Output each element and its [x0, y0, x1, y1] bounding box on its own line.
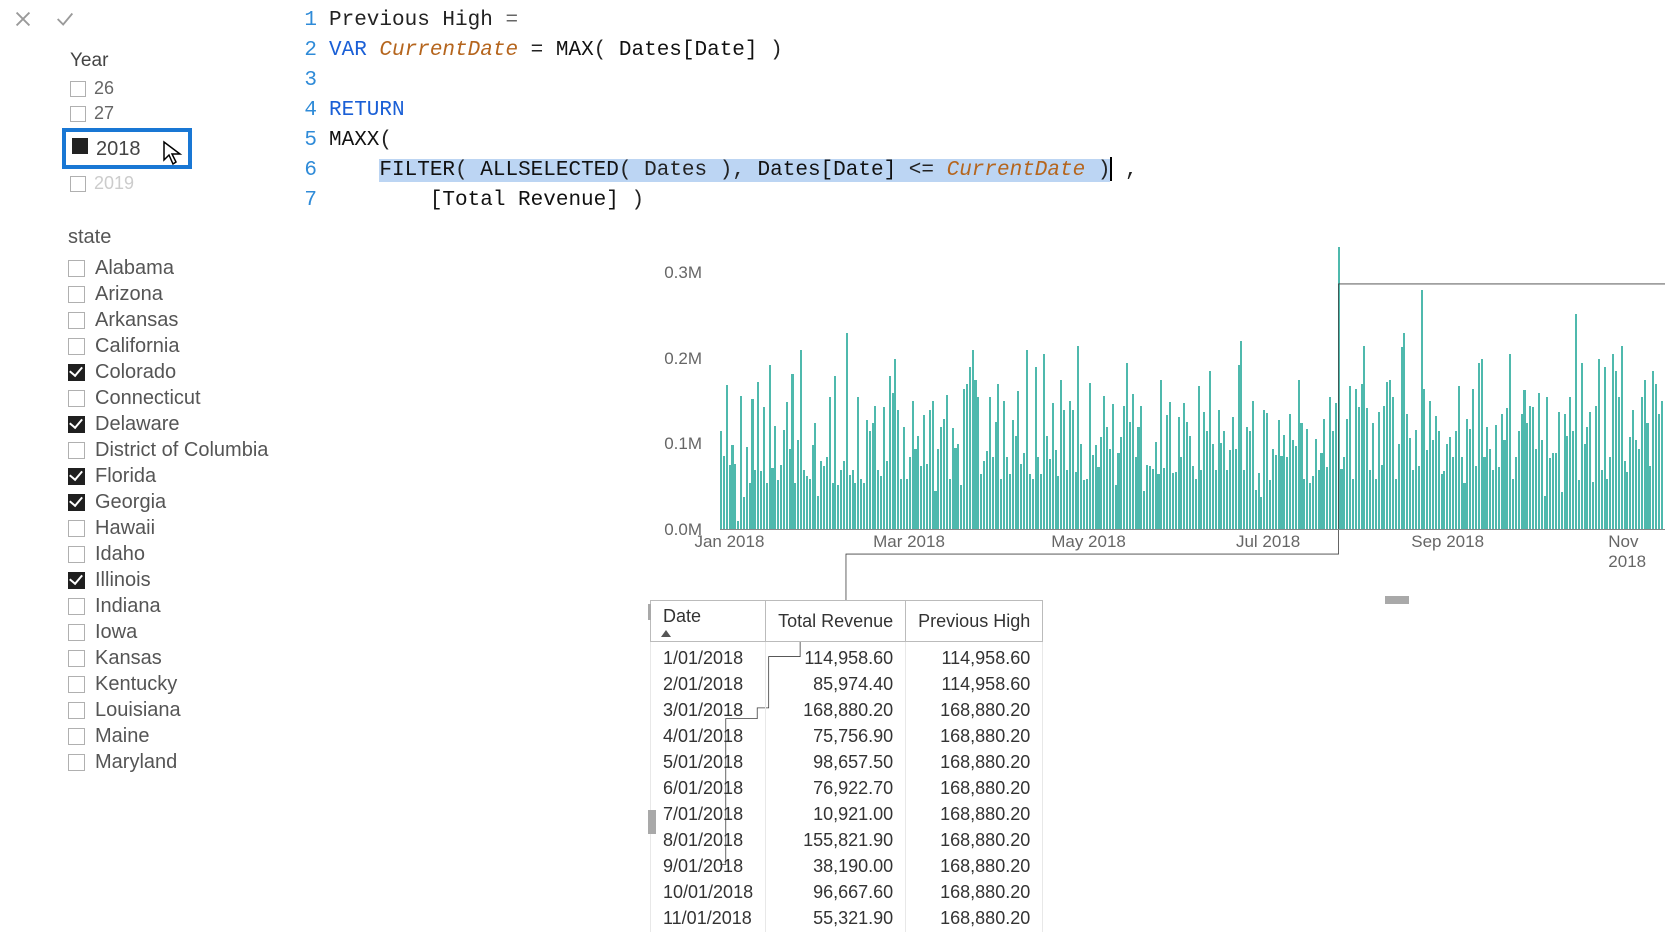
state-item-label: Arkansas — [95, 309, 178, 332]
year-slicer-title: Year — [70, 50, 295, 72]
year-slicer: Year 2627 2018 2019 — [0, 42, 295, 196]
checkbox-icon[interactable] — [68, 468, 85, 485]
checkbox-icon[interactable] — [68, 338, 85, 355]
state-item[interactable]: Arizona — [68, 281, 295, 307]
state-item-label: Colorado — [95, 361, 176, 384]
state-item-label: Kentucky — [95, 673, 177, 696]
state-item-label: Illinois — [95, 569, 151, 592]
commit-formula-icon[interactable] — [54, 8, 76, 35]
data-table[interactable]: DateTotal RevenuePrevious High1/01/20181… — [650, 600, 1665, 932]
checkbox-icon[interactable] — [68, 390, 85, 407]
table-row[interactable]: 5/01/201898,657.50168,880.20 — [651, 750, 1043, 776]
year-item[interactable]: 27 — [70, 101, 295, 126]
state-item[interactable]: Kentucky — [68, 671, 295, 697]
state-item-label: Louisiana — [95, 699, 181, 722]
chart-y-axis: 0.0M0.1M0.2M0.3M — [650, 230, 710, 530]
state-item[interactable]: Colorado — [68, 359, 295, 385]
state-item-label: Iowa — [95, 621, 137, 644]
state-item-label: Kansas — [95, 647, 162, 670]
state-item[interactable]: Alabama — [68, 255, 295, 281]
state-item-label: Indiana — [95, 595, 161, 618]
state-item[interactable]: Indiana — [68, 593, 295, 619]
table-row[interactable]: 8/01/2018155,821.90168,880.20 — [651, 828, 1043, 854]
column-header[interactable]: Date — [651, 601, 766, 642]
state-slicer-title: state — [68, 226, 295, 249]
checkbox-icon[interactable] — [68, 416, 85, 433]
table-row[interactable]: 3/01/2018168,880.20168,880.20 — [651, 698, 1043, 724]
state-item-label: Delaware — [95, 413, 179, 436]
table-row[interactable]: 1/01/2018114,958.60114,958.60 — [651, 642, 1043, 672]
state-item-label: Georgia — [95, 491, 166, 514]
state-item[interactable]: Florida — [68, 463, 295, 489]
checkbox-icon[interactable] — [68, 520, 85, 537]
table-row[interactable]: 11/01/201855,321.90168,880.20 — [651, 906, 1043, 932]
state-item[interactable]: California — [68, 333, 295, 359]
state-item-label: Connecticut — [95, 387, 201, 410]
table-row[interactable]: 4/01/201875,756.90168,880.20 — [651, 724, 1043, 750]
column-header[interactable]: Total Revenue — [766, 601, 906, 642]
table-row[interactable]: 2/01/201885,974.40114,958.60 — [651, 672, 1043, 698]
state-item-label: Alabama — [95, 257, 174, 280]
state-item[interactable]: Maine — [68, 723, 295, 749]
state-item-label: Hawaii — [95, 517, 155, 540]
checkbox-icon[interactable] — [68, 650, 85, 667]
state-slicer: state Alabama Arizona Arkansas California Co… — [0, 196, 295, 775]
state-item[interactable]: Arkansas — [68, 307, 295, 333]
state-item-label: Florida — [95, 465, 156, 488]
cancel-formula-icon[interactable] — [12, 8, 34, 35]
state-item[interactable]: Illinois — [68, 567, 295, 593]
combo-chart[interactable]: 0.0M0.1M0.2M0.3M Jan 2018Mar 2018May 201… — [650, 230, 1665, 560]
checkbox-icon[interactable] — [68, 728, 85, 745]
checkbox-icon[interactable] — [68, 572, 85, 589]
formula-editor[interactable]: 1Previous High =2VAR CurrentDate = MAX( … — [295, 0, 1680, 216]
state-item[interactable]: Georgia — [68, 489, 295, 515]
scrollbar-handle[interactable] — [648, 810, 656, 834]
table-row[interactable]: 7/01/201810,921.00168,880.20 — [651, 802, 1043, 828]
resize-handle-icon[interactable] — [1385, 596, 1409, 604]
year-item-2018[interactable]: 2018 — [62, 128, 192, 169]
state-item[interactable]: Louisiana — [68, 697, 295, 723]
state-item[interactable]: Maryland — [68, 749, 295, 775]
year-item-2019[interactable]: 2019 — [70, 171, 295, 196]
year-item[interactable]: 26 — [70, 76, 295, 101]
state-item-label: Idaho — [95, 543, 145, 566]
checkbox-icon[interactable] — [68, 364, 85, 381]
state-item[interactable]: District of Columbia — [68, 437, 295, 463]
state-item[interactable]: Connecticut — [68, 385, 295, 411]
state-item[interactable]: Iowa — [68, 619, 295, 645]
state-item-label: Arizona — [95, 283, 163, 306]
state-item[interactable]: Kansas — [68, 645, 295, 671]
table-row[interactable]: 6/01/201876,922.70168,880.20 — [651, 776, 1043, 802]
column-header[interactable]: Previous High — [906, 601, 1043, 642]
checkbox-icon[interactable] — [68, 598, 85, 615]
checkbox-icon[interactable] — [68, 676, 85, 693]
table-row[interactable]: 10/01/201896,667.60168,880.20 — [651, 880, 1043, 906]
checkbox-icon[interactable] — [68, 546, 85, 563]
checkbox-icon[interactable] — [68, 260, 85, 277]
checkbox-icon[interactable] — [68, 754, 85, 771]
checkbox-icon[interactable] — [68, 494, 85, 511]
checkbox-icon[interactable] — [68, 286, 85, 303]
state-item-label: Maine — [95, 725, 149, 748]
chart-plot-area — [720, 230, 1665, 530]
checkbox-icon[interactable] — [68, 702, 85, 719]
state-item[interactable]: Idaho — [68, 541, 295, 567]
checkbox-icon[interactable] — [68, 442, 85, 459]
state-item[interactable]: Delaware — [68, 411, 295, 437]
state-item-label: California — [95, 335, 179, 358]
checkbox-icon[interactable] — [68, 624, 85, 641]
state-item-label: District of Columbia — [95, 439, 268, 462]
state-item-label: Maryland — [95, 751, 177, 774]
chart-x-axis: Jan 2018Mar 2018May 2018Jul 2018Sep 2018… — [720, 532, 1665, 560]
checkbox-icon[interactable] — [68, 312, 85, 329]
cursor-icon — [162, 140, 184, 166]
state-item[interactable]: Hawaii — [68, 515, 295, 541]
table-row[interactable]: 9/01/201838,190.00168,880.20 — [651, 854, 1043, 880]
